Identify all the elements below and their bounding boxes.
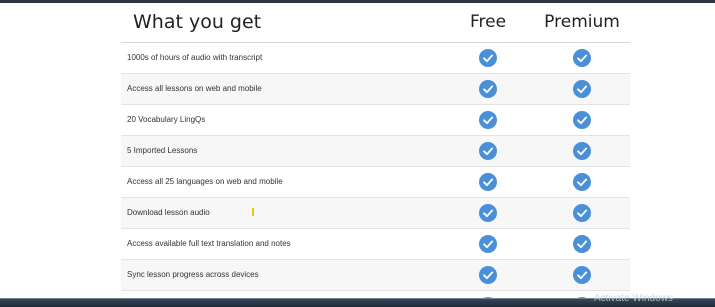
feature-label: 20 Vocabulary LingQs <box>127 115 206 124</box>
feature-label: Download lesson audio <box>127 208 210 217</box>
free-check-icon <box>479 111 497 129</box>
feature-label: Access available full text translation a… <box>127 239 291 248</box>
table-body: 1000s of hours of audio with transcript A… <box>121 43 630 307</box>
table-row: Access all 25 languages on web and mobil… <box>121 167 630 198</box>
premium-check-icon <box>573 80 591 98</box>
feature-label: 1000s of hours of audio with transcript <box>127 53 263 62</box>
table-row: Download lesson audio <box>121 198 630 229</box>
free-check-icon <box>479 173 497 191</box>
premium-check-icon <box>573 49 591 67</box>
free-check-icon <box>479 80 497 98</box>
feature-label: Sync lesson progress across devices <box>127 270 259 279</box>
premium-check-icon <box>573 142 591 160</box>
table-row: Sync lesson progress across devices <box>121 260 630 291</box>
activation-watermark: Activate Windows <box>594 293 673 304</box>
table-header: What you get Free Premium <box>121 0 630 43</box>
table-row: 20 Vocabulary LingQs <box>121 105 630 136</box>
feature-label: 5 Imported Lessons <box>127 146 198 155</box>
free-check-icon <box>479 49 497 67</box>
text-cursor <box>252 208 254 216</box>
free-check-icon <box>479 142 497 160</box>
comparison-table: What you get Free Premium 1000s of hours… <box>121 0 630 307</box>
feature-label: Access all lessons on web and mobile <box>127 84 262 93</box>
premium-check-icon <box>573 204 591 222</box>
free-check-icon <box>479 266 497 284</box>
premium-check-icon <box>573 235 591 253</box>
table-row: Access all lessons on web and mobile <box>121 74 630 105</box>
premium-check-icon <box>573 173 591 191</box>
feature-label: Access all 25 languages on web and mobil… <box>127 177 283 186</box>
table-row: Access available full text translation a… <box>121 229 630 260</box>
premium-check-icon <box>573 111 591 129</box>
free-check-icon <box>479 235 497 253</box>
free-check-icon <box>479 204 497 222</box>
table-row: 1000s of hours of audio with transcript <box>121 43 630 74</box>
premium-check-icon <box>573 266 591 284</box>
table-row: 5 Imported Lessons <box>121 136 630 167</box>
table-title: What you get <box>133 11 262 33</box>
page: What you get Free Premium 1000s of hours… <box>0 0 715 307</box>
